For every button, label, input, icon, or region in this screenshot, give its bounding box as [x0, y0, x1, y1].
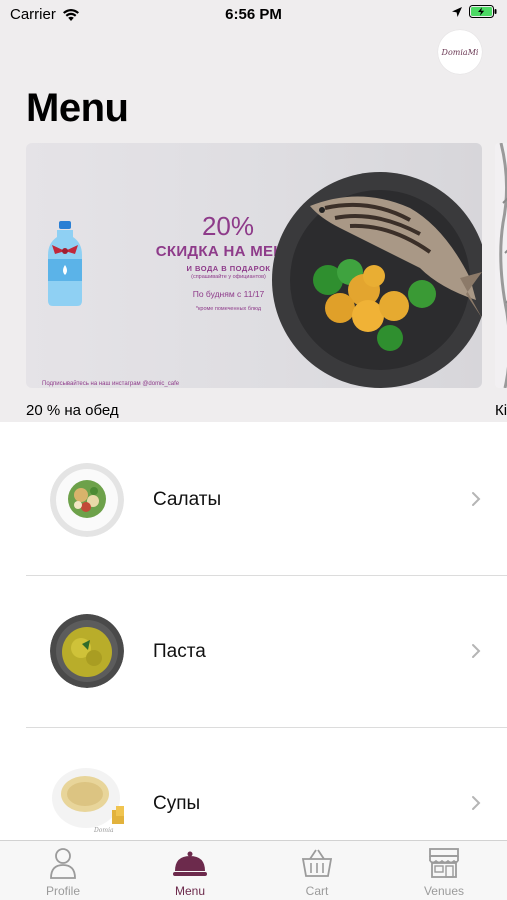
- pasta-thumbnail: [50, 614, 124, 688]
- status-right: [451, 5, 497, 18]
- battery-charging-icon: [469, 5, 497, 18]
- fish-plate-image: [272, 172, 482, 388]
- category-label: Салаты: [153, 489, 222, 510]
- water-bottle-icon: [48, 221, 82, 306]
- tab-profile[interactable]: Profile: [0, 841, 126, 900]
- cloche-icon: [173, 851, 207, 876]
- tab-label: Profile: [45, 884, 80, 898]
- soup-thumbnail: Domia: [50, 764, 124, 838]
- category-label: Паста: [153, 641, 206, 662]
- salad-thumbnail: [50, 463, 124, 537]
- banner-caption-next[interactable]: Кі: [495, 402, 507, 419]
- tab-label: Cart: [305, 884, 329, 898]
- chevron-right-icon: [472, 796, 481, 810]
- tab-bar: Profile Menu Cart Venues: [0, 840, 507, 900]
- venue-logo[interactable]: DomiaMi: [438, 30, 482, 74]
- basket-icon: [301, 849, 333, 877]
- tab-cart[interactable]: Cart: [254, 841, 380, 900]
- category-row-soups[interactable]: Domia Супы: [0, 728, 507, 840]
- page-title: Menu: [26, 86, 129, 130]
- category-row-salads[interactable]: Салаты: [0, 422, 507, 574]
- tab-venues[interactable]: Venues: [381, 841, 507, 900]
- tab-label: Venues: [423, 884, 465, 898]
- promo-banner-next[interactable]: [495, 143, 507, 388]
- logo-text: DomiaMi: [441, 47, 479, 57]
- chevron-right-icon: [472, 492, 481, 506]
- tab-label: Menu: [174, 884, 206, 898]
- clock: 6:56 PM: [225, 6, 282, 23]
- store-icon: [429, 848, 459, 878]
- category-row-pasta[interactable]: Паста: [0, 576, 507, 728]
- location-arrow-icon: [452, 6, 462, 17]
- status-bar: Carrier 6:56 PM: [0, 0, 507, 28]
- tab-menu[interactable]: Menu: [127, 841, 253, 900]
- promo-instagram: Подписывайтесь на наш инстаграм @domic_c…: [42, 381, 180, 387]
- profile-icon: [50, 848, 76, 879]
- chevron-right-icon: [472, 644, 481, 658]
- svg-text:Domia: Domia: [93, 827, 114, 834]
- category-label: Супы: [153, 793, 201, 814]
- leaf-decoration-icon: [499, 143, 507, 388]
- promo-banner[interactable]: 20% СКИДКА НА МЕНЮ И ВОДА В ПОДАРОК (спр…: [26, 143, 482, 388]
- banner-caption[interactable]: 20 % на обед: [26, 402, 119, 419]
